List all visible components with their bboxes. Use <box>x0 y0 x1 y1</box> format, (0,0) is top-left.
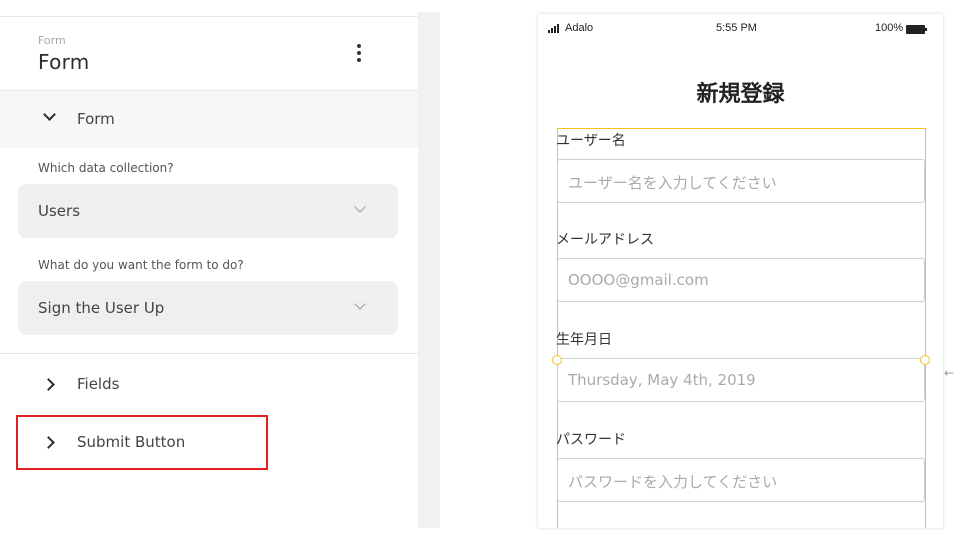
form-section-header[interactable] <box>0 91 418 148</box>
carrier-name: Adalo <box>565 22 594 34</box>
arrow-left-icon: ← <box>944 366 955 380</box>
status-bar: Adalo 5:55 PM 100% <box>538 14 943 42</box>
resize-handle-left[interactable] <box>552 355 562 365</box>
fields-section[interactable]: Fields <box>0 365 418 405</box>
form-action-select[interactable]: Sign the User Up <box>18 281 398 335</box>
form-action-value: Sign the User Up <box>38 299 165 317</box>
component-name[interactable]: Form <box>38 50 90 74</box>
form-action-label: What do you want the form to do? <box>38 258 244 272</box>
fields-section-label: Fields <box>77 375 120 393</box>
email-placeholder: OOOO@gmail.com <box>568 271 709 289</box>
email-input[interactable]: OOOO@gmail.com <box>557 258 925 302</box>
field-label-email: メールアドレス <box>556 232 654 248</box>
birthdate-placeholder: Thursday, May 4th, 2019 <box>568 371 756 389</box>
birthdate-input[interactable]: Thursday, May 4th, 2019 <box>557 358 925 402</box>
more-options-icon[interactable] <box>352 42 366 66</box>
field-label-birthdate: 生年月日 <box>556 332 612 348</box>
field-label-password: パスワード <box>556 432 626 448</box>
form-section-label[interactable]: Form <box>77 110 115 128</box>
component-type-label: Form <box>38 34 66 47</box>
properties-panel: Form Form Form Which data collection? Us… <box>0 0 418 540</box>
divider <box>0 353 418 354</box>
status-time: 5:55 PM <box>716 22 757 34</box>
signal-icon <box>548 24 561 33</box>
panel-separator <box>418 12 440 528</box>
field-label-username: ユーザー名 <box>556 133 626 149</box>
password-placeholder: パスワードを入力してください <box>568 473 778 491</box>
collection-value: Users <box>38 202 81 220</box>
divider <box>0 16 418 17</box>
username-placeholder: ユーザー名を入力してください <box>568 174 777 192</box>
chevron-down-icon <box>354 298 366 310</box>
password-input[interactable]: パスワードを入力してください <box>557 458 925 502</box>
chevron-right-icon <box>42 378 55 391</box>
battery-icon <box>906 25 927 34</box>
resize-handle-right[interactable] <box>920 355 930 365</box>
collection-label: Which data collection? <box>38 161 174 175</box>
highlight-annotation <box>16 415 268 470</box>
battery-percent: 100% <box>875 22 904 34</box>
username-input[interactable]: ユーザー名を入力してください <box>557 159 925 203</box>
chevron-down-icon <box>354 201 366 213</box>
collection-select[interactable]: Users <box>18 184 398 238</box>
screen-title: 新規登録 <box>696 82 785 107</box>
